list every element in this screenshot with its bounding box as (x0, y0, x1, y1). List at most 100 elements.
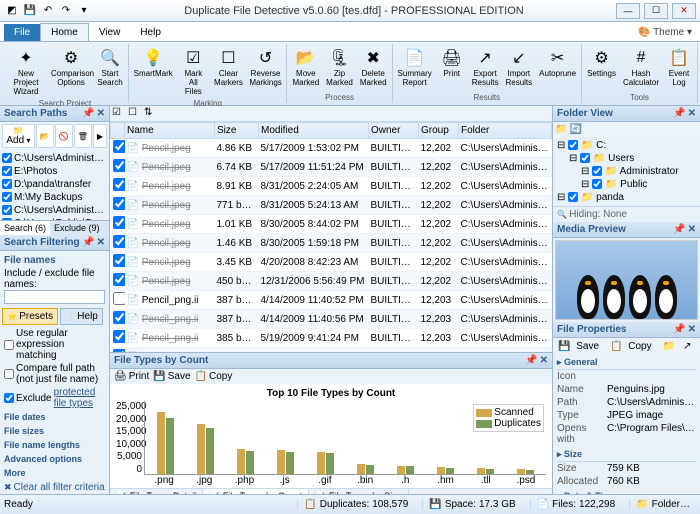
help-button[interactable]: ❔ Help (60, 308, 103, 325)
zip-marked[interactable]: 🗜ZipMarked (323, 44, 356, 92)
table-row[interactable]: 📄 Pencil.jpeg6.74 KB5/17/2009 11:51:24 P… (111, 158, 552, 177)
row-checkbox[interactable] (113, 235, 125, 248)
reverse-markings[interactable]: ↺ReverseMarkings (247, 44, 285, 98)
row-checkbox[interactable] (113, 292, 125, 305)
smartmark[interactable]: 💡SmartMark (131, 44, 175, 98)
row-checkbox[interactable] (113, 197, 125, 210)
comparison-options[interactable]: ⚙ComparisonOptions (49, 44, 93, 98)
fullpath-checkbox[interactable] (4, 369, 14, 379)
pin-icon[interactable]: 📌 (673, 324, 685, 335)
row-checkbox[interactable] (113, 330, 125, 343)
clear-markers[interactable]: ☐ClearMarkers (211, 44, 245, 98)
regex-checkbox[interactable] (4, 340, 14, 350)
path-checkbox[interactable] (2, 192, 12, 202)
qat-undo-icon[interactable]: ↶ (40, 3, 56, 19)
exclude-tab[interactable]: Exclude (9) (50, 221, 104, 235)
sp-tool-2[interactable]: 🚫 (55, 124, 73, 148)
fv-tool-icon[interactable]: 🔄 (569, 124, 581, 135)
search-path-item[interactable]: E:\Photos (2, 165, 107, 178)
close-panel-icon[interactable]: ✕ (688, 224, 696, 235)
qat-dropdown-icon[interactable]: ▾ (76, 3, 92, 19)
props-section-header[interactable]: ▸ Date & Time (557, 490, 696, 494)
row-checkbox[interactable] (113, 159, 125, 172)
exclude-protected-checkbox[interactable] (4, 393, 14, 403)
sp-tool-4[interactable]: ▶ (93, 124, 107, 148)
chart-tab[interactable]: 📊 File Types by Count (203, 489, 309, 494)
tree-node[interactable]: ⊟ 📁 Users (557, 152, 696, 165)
fp-save-button[interactable]: 💾 Save (555, 340, 605, 353)
table-row[interactable]: 📄 Pencil.jpeg450 b…12/31/2006 5:56:49 PM… (111, 272, 552, 291)
table-row[interactable]: 📄 Pencil.jpeg1.46 KB8/30/2005 1:59:18 PM… (111, 234, 552, 253)
col-header[interactable] (111, 123, 125, 139)
filter-category[interactable]: File dates (0, 410, 109, 424)
fv-tool-icon[interactable]: 📁 (555, 124, 567, 135)
node-checkbox[interactable] (568, 140, 578, 150)
col-header[interactable]: Size (215, 123, 259, 139)
tree-node[interactable]: ⊟ 📁 C: (557, 139, 696, 152)
path-checkbox[interactable] (2, 179, 12, 189)
fp-copy-button[interactable]: 📋 Copy (607, 340, 658, 353)
table-row[interactable]: 📄 Pencil_png.ii387 b…4/14/2009 11:40:56 … (111, 310, 552, 329)
close-panel-icon[interactable]: ✕ (97, 108, 105, 119)
filter-category[interactable]: File sizes (0, 424, 109, 438)
close-panel-icon[interactable]: ✕ (97, 237, 105, 248)
autoprune[interactable]: ✂Autoprune (536, 44, 579, 92)
col-header[interactable]: Group (419, 123, 459, 139)
minimize-button[interactable]: — (616, 3, 640, 19)
chart-save-button[interactable]: 💾 Save (153, 371, 190, 382)
new-project-wizard[interactable]: ✦New ProjectWizard (4, 44, 48, 98)
grid-tool-icon[interactable]: ☐ (128, 107, 142, 121)
node-checkbox[interactable] (580, 153, 590, 163)
table-row[interactable]: 📄 Pencil.jpeg8.91 KB8/31/2005 2:24:05 AM… (111, 177, 552, 196)
close-button[interactable]: ✕ (672, 3, 696, 19)
filter-category[interactable]: Advanced options (0, 452, 109, 466)
col-header[interactable]: Modified (259, 123, 369, 139)
search-path-item[interactable]: C:\Users\Administrator\Pictures\dupes (2, 152, 107, 165)
qat-redo-icon[interactable]: ↷ (58, 3, 74, 19)
settings[interactable]: ⚙Settings (584, 44, 619, 92)
chart-copy-button[interactable]: 📋 Copy (195, 371, 233, 382)
fp-tool-icon[interactable]: ↗ (680, 340, 694, 353)
row-checkbox[interactable] (113, 311, 125, 324)
col-header[interactable]: Name (125, 123, 215, 139)
clear-filter-link[interactable]: ✖ Clear all filter criteria (0, 480, 109, 494)
mark-all-files[interactable]: ☑Mark AllFiles (176, 44, 210, 98)
close-panel-icon[interactable]: ✕ (540, 355, 548, 366)
chart-print-button[interactable]: 🖨 Print (114, 371, 149, 382)
filename-filter-input[interactable] (4, 290, 105, 304)
row-checkbox[interactable] (113, 216, 125, 229)
filter-category[interactable]: File name lengths (0, 438, 109, 452)
path-checkbox[interactable] (2, 205, 12, 215)
node-checkbox[interactable] (592, 166, 602, 176)
props-section-header[interactable]: ▸ General (557, 356, 696, 370)
table-row[interactable]: 📄 Pencil_png.ii385 b…5/19/2009 9:41:24 P… (111, 329, 552, 348)
node-checkbox[interactable] (568, 192, 578, 202)
pin-icon[interactable]: 📌 (82, 108, 94, 119)
col-header[interactable]: Folder (459, 123, 552, 139)
pin-icon[interactable]: 📌 (82, 237, 94, 248)
tab-help[interactable]: Help (130, 24, 171, 41)
tab-view[interactable]: View (89, 24, 131, 41)
move-marked[interactable]: 📂MoveMarked (289, 44, 322, 92)
row-checkbox[interactable] (113, 140, 125, 153)
delete-marked[interactable]: ✖DeleteMarked (357, 44, 390, 92)
props-section-header[interactable]: ▸ Size (557, 448, 696, 462)
export-results[interactable]: ↗ExportResults (469, 44, 502, 92)
tree-node[interactable]: ⊟ 📁 Public (557, 178, 696, 191)
path-checkbox[interactable] (2, 153, 12, 163)
close-panel-icon[interactable]: ✕ (688, 108, 696, 119)
hash-calculator[interactable]: #HashCalculator (620, 44, 662, 92)
table-row[interactable]: 📄 Pencil.jpeg3.45 KB4/20/2008 8:42:23 AM… (111, 253, 552, 272)
tree-node[interactable]: ⊟ 📁 panda (557, 191, 696, 204)
table-row[interactable]: 📄 Pencil.jpeg1.01 KB8/30/2005 8:44:02 PM… (111, 215, 552, 234)
search-tab[interactable]: Search (6) (0, 221, 50, 235)
tab-file[interactable]: File (4, 24, 40, 41)
summary-report[interactable]: 📄SummaryReport (395, 44, 435, 92)
pin-icon[interactable]: 📌 (525, 355, 537, 366)
sp-tool-1[interactable]: 📂 (36, 124, 54, 148)
maximize-button[interactable]: ☐ (644, 3, 668, 19)
close-panel-icon[interactable]: ✕ (688, 324, 696, 335)
fp-tool-icon[interactable]: 📁 (660, 340, 678, 353)
tab-home[interactable]: Home (40, 23, 89, 41)
grid-tool-icon[interactable]: ☑ (112, 107, 126, 121)
